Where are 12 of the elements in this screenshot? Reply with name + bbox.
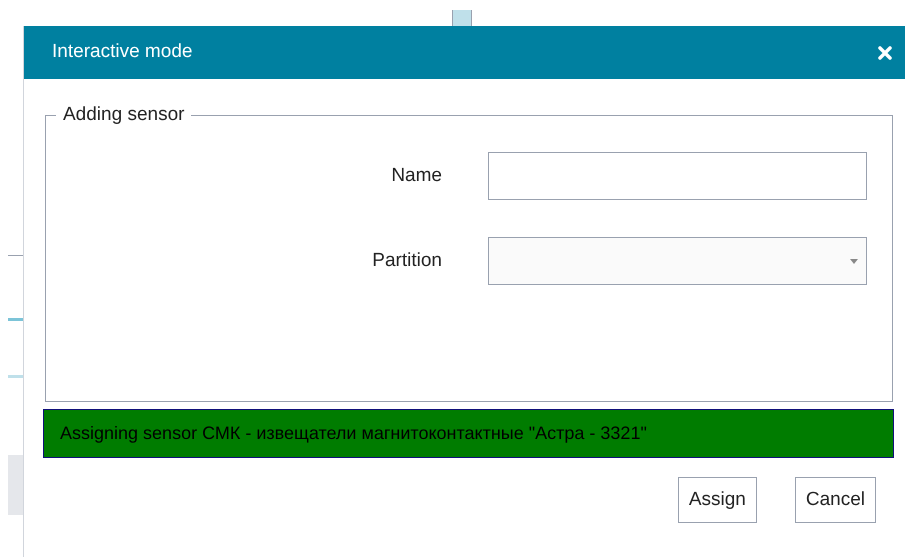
- status-message: Assigning sensor СМК - извещатели магнитоконтактные "Астра - 3321": [43, 409, 894, 458]
- field-label: Partition: [371, 248, 442, 273]
- dialog-button[interactable]: Assign: [678, 477, 757, 523]
- close-icon[interactable]: [878, 46, 892, 60]
- background-panel: [452, 10, 472, 26]
- name-input-field[interactable]: [488, 152, 867, 200]
- caret-icon: [850, 258, 858, 264]
- dialog-title: Interactive mode: [52, 40, 192, 64]
- partition-dropdown[interactable]: [488, 237, 867, 285]
- field-label: Name: [390, 164, 442, 188]
- background-panel: [8, 455, 23, 515]
- dialog-button[interactable]: Cancel: [794, 477, 876, 523]
